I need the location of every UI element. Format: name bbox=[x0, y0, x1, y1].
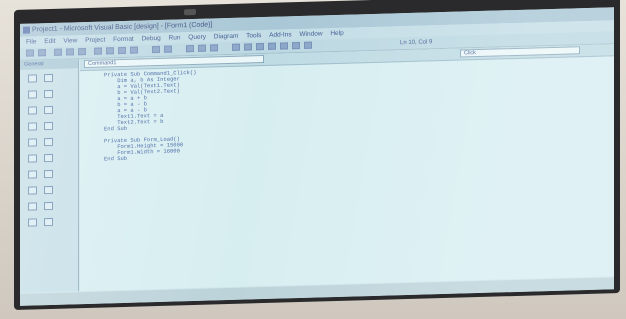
start-icon[interactable] bbox=[186, 44, 194, 53]
menu-file[interactable]: File bbox=[26, 38, 36, 45]
break-icon[interactable] bbox=[198, 44, 206, 52]
toolbox-icon[interactable] bbox=[280, 42, 288, 50]
monitor-bezel: Project1 - Microsoft Visual Basic [desig… bbox=[14, 0, 620, 311]
menu-view[interactable]: View bbox=[63, 37, 77, 44]
data-tool-icon[interactable] bbox=[44, 217, 53, 227]
menu-run[interactable]: Run bbox=[169, 34, 181, 41]
menu-edit[interactable]: Edit bbox=[44, 38, 55, 45]
procedure-combo[interactable]: Click bbox=[460, 46, 580, 58]
toolbox-panel: General bbox=[20, 59, 79, 293]
data-view-icon[interactable] bbox=[292, 42, 300, 50]
save-project-icon[interactable] bbox=[78, 47, 86, 56]
picturebox-tool-icon[interactable] bbox=[44, 73, 53, 83]
add-project-icon[interactable] bbox=[26, 49, 34, 57]
menu-editor-icon[interactable] bbox=[54, 48, 62, 56]
paste-icon[interactable] bbox=[118, 46, 126, 55]
menu-project[interactable]: Project bbox=[85, 36, 105, 44]
menu-query[interactable]: Query bbox=[188, 34, 206, 41]
shape-tool-icon[interactable] bbox=[28, 202, 37, 211]
menu-format[interactable]: Format bbox=[113, 36, 134, 44]
project-explorer-icon[interactable] bbox=[232, 43, 240, 51]
end-icon[interactable] bbox=[210, 44, 218, 52]
open-project-icon[interactable] bbox=[66, 48, 74, 56]
properties-window-icon[interactable] bbox=[244, 43, 252, 51]
add-form-icon[interactable] bbox=[38, 49, 46, 57]
combobox-tool-icon[interactable] bbox=[28, 138, 37, 147]
dirlistbox-tool-icon[interactable] bbox=[28, 186, 37, 195]
code-editor[interactable]: Private Sub Command1_Click() Dim a, b As… bbox=[80, 56, 614, 291]
vb-app-icon bbox=[23, 26, 30, 34]
menu-diagram[interactable]: Diagram bbox=[214, 33, 239, 41]
listbox-tool-icon[interactable] bbox=[44, 137, 53, 147]
menu-window[interactable]: Window bbox=[299, 30, 322, 38]
commandbutton-tool-icon[interactable] bbox=[44, 105, 53, 115]
drivelistbox-tool-icon[interactable] bbox=[44, 169, 53, 179]
code-line: End Sub bbox=[104, 124, 128, 133]
menu-tools[interactable]: Tools bbox=[246, 32, 261, 39]
menu-help[interactable]: Help bbox=[330, 30, 343, 37]
filelistbox-tool-icon[interactable] bbox=[44, 185, 53, 195]
menu-debug[interactable]: Debug bbox=[142, 35, 161, 43]
monitor-logo bbox=[184, 8, 196, 16]
component-manager-icon[interactable] bbox=[304, 41, 312, 49]
pointer-tool-icon[interactable] bbox=[28, 74, 37, 83]
toolbox-title: General bbox=[20, 59, 78, 70]
line-tool-icon[interactable] bbox=[44, 201, 53, 211]
vscrollbar-tool-icon[interactable] bbox=[44, 153, 53, 163]
redo-icon[interactable] bbox=[164, 45, 172, 53]
form-layout-icon[interactable] bbox=[256, 43, 264, 51]
object-browser-icon[interactable] bbox=[268, 42, 276, 50]
label-tool-icon[interactable] bbox=[28, 90, 37, 99]
cursor-position-indicator: Ln 10, Col 9 bbox=[400, 39, 433, 47]
hscrollbar-tool-icon[interactable] bbox=[28, 154, 37, 163]
image-tool-icon[interactable] bbox=[28, 218, 37, 227]
find-icon[interactable] bbox=[130, 46, 138, 54]
textbox-tool-icon[interactable] bbox=[44, 89, 53, 99]
cut-icon[interactable] bbox=[94, 47, 102, 55]
checkbox-tool-icon[interactable] bbox=[28, 122, 37, 131]
frame-tool-icon[interactable] bbox=[28, 106, 37, 115]
menu-addins[interactable]: Add-Ins bbox=[269, 31, 291, 39]
code-line: End Sub bbox=[104, 154, 128, 163]
copy-icon[interactable] bbox=[106, 47, 114, 55]
code-window: Command1 Click Private Sub Command1_Clic… bbox=[80, 44, 614, 292]
timer-tool-icon[interactable] bbox=[28, 170, 37, 179]
optionbutton-tool-icon[interactable] bbox=[44, 121, 53, 131]
undo-icon[interactable] bbox=[152, 45, 160, 54]
vb6-ide-screen: Project1 - Microsoft Visual Basic [desig… bbox=[20, 7, 614, 306]
